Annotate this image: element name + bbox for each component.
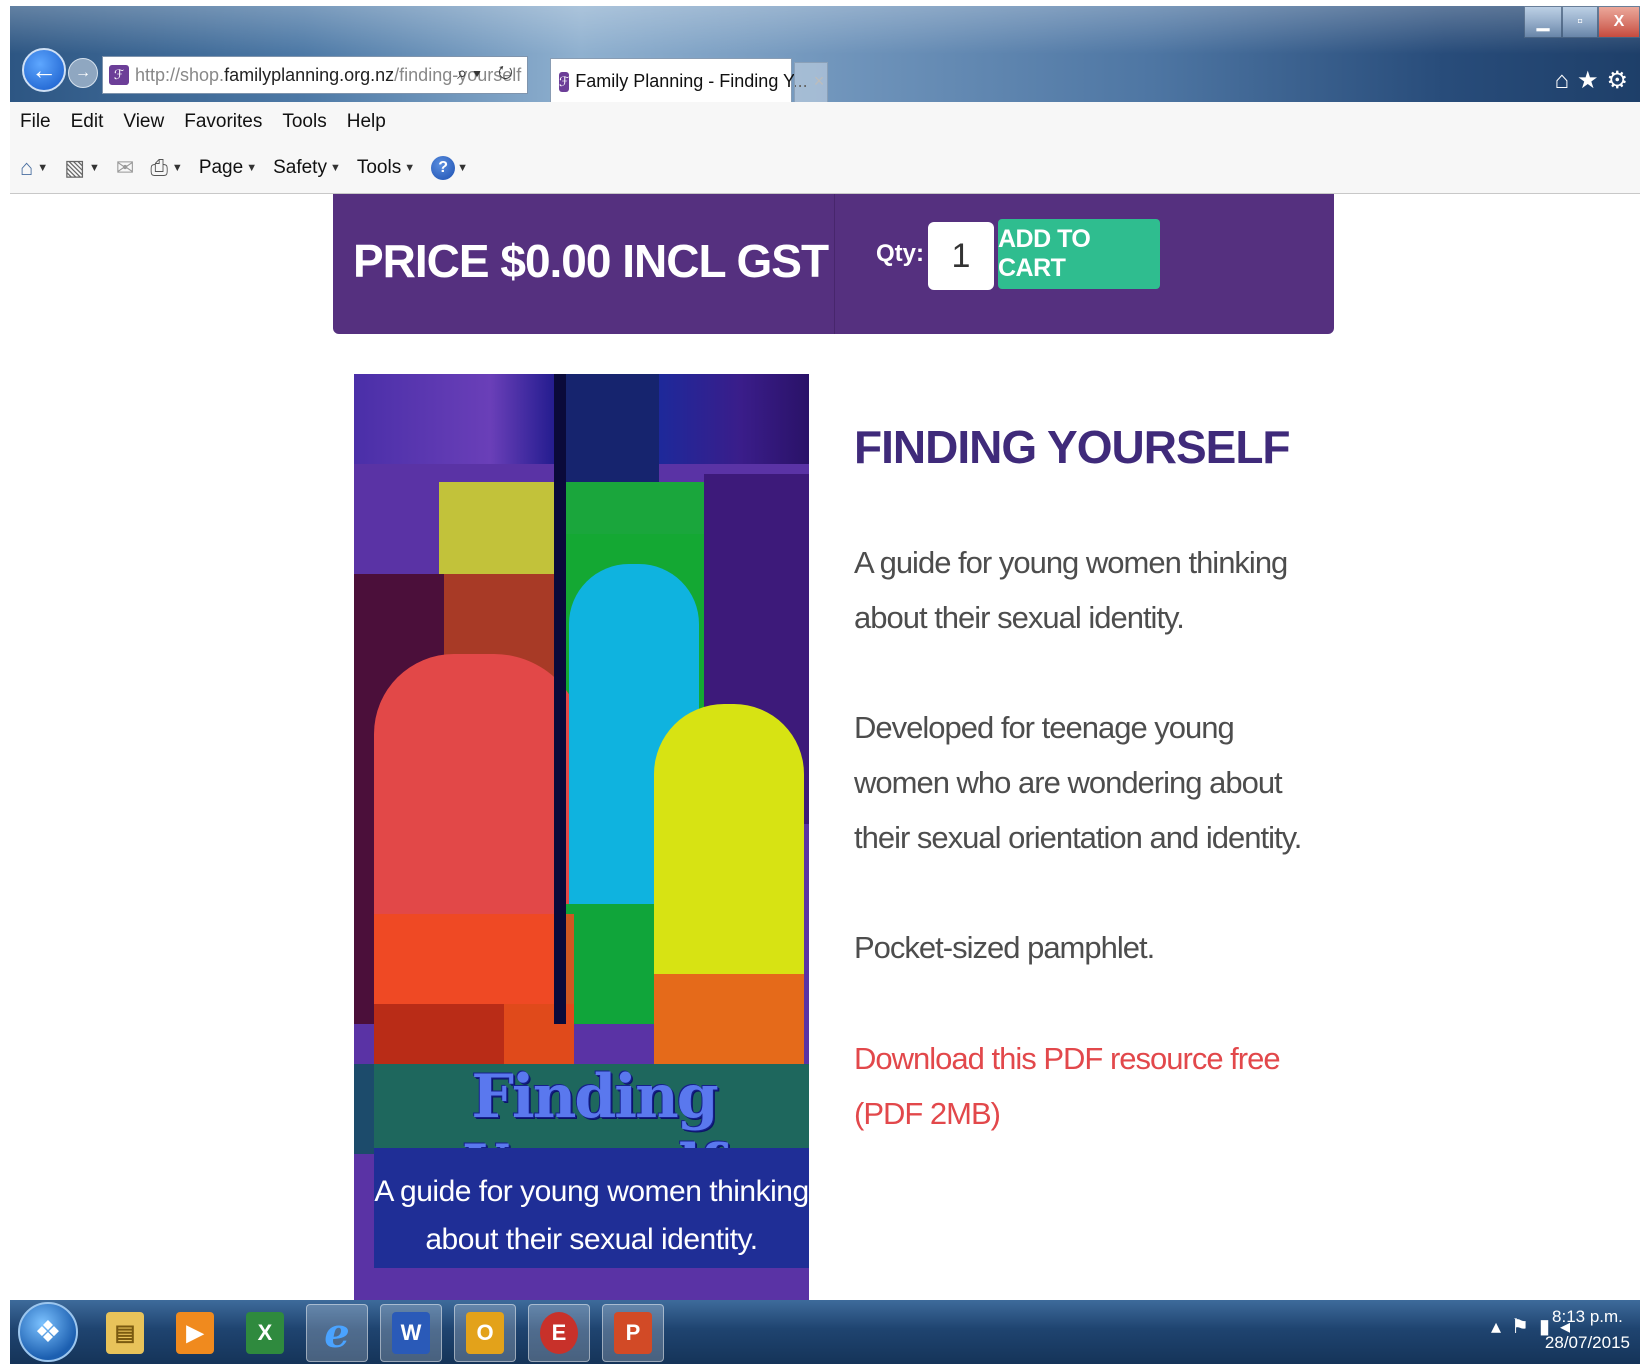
taskbar-word[interactable]: W: [380, 1304, 442, 1362]
taskbar-excel[interactable]: X: [234, 1304, 296, 1362]
browser-tab[interactable]: ℱ Family Planning - Finding Y... ×: [550, 58, 824, 104]
site-favicon-icon: ℱ: [109, 65, 129, 85]
chevron-down-icon[interactable]: ▼: [172, 162, 183, 174]
maximize-button[interactable]: ▫: [1562, 6, 1598, 38]
menu-view[interactable]: View: [123, 111, 164, 133]
add-to-cart-button[interactable]: ADD TO CART: [998, 219, 1160, 289]
chevron-down-icon[interactable]: ▼: [404, 162, 415, 174]
clock-time: 8:13 p.m.: [1552, 1307, 1623, 1326]
page-menu[interactable]: Page: [199, 157, 243, 179]
feeds-icon[interactable]: ▧: [64, 155, 85, 181]
menu-bar: File Edit View Favorites Tools Help: [10, 102, 1640, 142]
shield-app-icon: E: [540, 1312, 578, 1354]
back-button[interactable]: ←: [22, 48, 66, 92]
left-frame-edge: [0, 0, 10, 1364]
outlook-icon: O: [466, 1312, 504, 1354]
chevron-down-icon[interactable]: ▼: [330, 162, 341, 174]
word-icon: W: [392, 1312, 430, 1354]
url-host: familyplanning.org.nz: [224, 64, 395, 85]
divider: [834, 194, 835, 334]
product-description-1: A guide for young women thinking about t…: [854, 545, 1288, 635]
help-icon[interactable]: ?: [431, 155, 456, 180]
taskbar-internet-explorer[interactable]: e: [306, 1304, 368, 1362]
screen: ← → ℱ http://shop. familyplanning.org.nz /…: [0, 0, 1640, 1364]
forward-button[interactable]: →: [68, 58, 98, 88]
taskbar-explorer[interactable]: ▤: [94, 1304, 156, 1362]
chevron-down-icon[interactable]: ▼: [89, 162, 100, 174]
menu-favorites[interactable]: Favorites: [184, 111, 262, 133]
chevron-down-icon[interactable]: ▼: [246, 162, 257, 174]
address-bar[interactable]: ℱ http://shop. familyplanning.org.nz/find…: [102, 56, 528, 94]
home-favorites-settings-icons[interactable]: ⌂★⚙: [1554, 66, 1636, 95]
start-button[interactable]: ❖: [18, 1302, 78, 1362]
home-icon[interactable]: ⌂: [20, 155, 33, 181]
taskbar: ❖ ▤ ▶ X e W O E P ▴⚑▮◂ 8:13 p.m. 28/07/2…: [10, 1300, 1640, 1364]
minimize-button[interactable]: ▁: [1524, 6, 1562, 38]
product-description-3: Pocket-sized pamphlet.: [854, 930, 1155, 965]
clock[interactable]: 8:13 p.m. 28/07/2015: [1545, 1304, 1630, 1356]
taskbar-tool[interactable]: E: [528, 1304, 590, 1362]
taskbar-powerpoint[interactable]: P: [602, 1304, 664, 1362]
internet-explorer-icon: e: [324, 1309, 350, 1357]
mail-icon[interactable]: ✉: [116, 155, 134, 181]
url-prefix: http://shop.: [135, 64, 225, 85]
product-description-2: Developed for teenage young women who ar…: [854, 710, 1302, 855]
browser-title-bar: ← → ℱ http://shop. familyplanning.org.nz /…: [10, 6, 1640, 104]
product-title: FINDING YOURSELF: [854, 421, 1291, 473]
excel-icon: X: [246, 1312, 284, 1354]
close-button[interactable]: X: [1598, 6, 1640, 38]
taskbar-media-player[interactable]: ▶: [164, 1304, 226, 1362]
cover-subtitle: A guide for young women thinking about t…: [374, 1175, 809, 1256]
menu-file[interactable]: File: [20, 111, 51, 133]
print-icon[interactable]: ⎙: [150, 155, 168, 181]
download-pdf-link[interactable]: Download this PDF resource free (PDF 2MB…: [854, 1031, 1314, 1141]
forward-arrow-icon: →: [75, 64, 91, 81]
windows-logo-icon: ❖: [34, 1315, 62, 1349]
taskbar-outlook[interactable]: O: [454, 1304, 516, 1362]
price-label: PRICE $0.00 INCL GST: [353, 235, 829, 287]
command-bar: ⌂ ▼ ▧ ▼ ✉ ⎙ ▼ Page ▼ Safety ▼ Tools ▼ ? ▼: [10, 142, 1640, 194]
chevron-down-icon[interactable]: ▼: [37, 162, 48, 174]
qty-label: Qty:: [876, 240, 924, 267]
clock-date: 28/07/2015: [1544, 1333, 1630, 1352]
folder-icon: ▤: [106, 1312, 144, 1354]
menu-edit[interactable]: Edit: [71, 111, 104, 133]
media-player-icon: ▶: [176, 1312, 214, 1354]
safety-menu[interactable]: Safety: [273, 157, 327, 179]
window-controls: ▁ ▫ X: [1524, 6, 1640, 38]
search-refresh-icons[interactable]: ⌕▾ ↻: [457, 63, 519, 84]
tools-menu[interactable]: Tools: [357, 157, 401, 179]
powerpoint-icon: P: [614, 1312, 652, 1354]
menu-tools[interactable]: Tools: [282, 111, 326, 133]
product-cover-image: Finding Yourself A guide for young women…: [354, 374, 809, 1304]
qty-input[interactable]: [928, 222, 994, 290]
new-tab-button[interactable]: [794, 62, 828, 104]
back-arrow-icon: ←: [31, 54, 57, 85]
chevron-down-icon[interactable]: ▼: [457, 162, 468, 174]
menu-help[interactable]: Help: [347, 111, 386, 133]
price-bar: PRICE $0.00 INCL GST Qty: ADD TO CART: [333, 194, 1334, 334]
tab-title: Family Planning - Finding Y...: [575, 71, 808, 91]
tab-favicon-icon: ℱ: [559, 71, 570, 92]
